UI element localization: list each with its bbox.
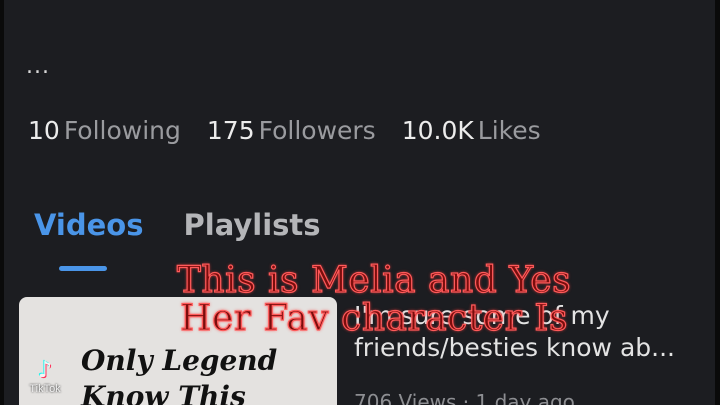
likes-label: Likes — [477, 116, 541, 145]
following-stat[interactable]: 10 Following — [28, 116, 181, 145]
tab-videos[interactable]: Videos — [34, 208, 144, 242]
likes-count: 10.0K — [401, 116, 474, 145]
video-meta: 706 Views · 1 day ago — [354, 390, 575, 405]
followers-count: 175 — [206, 116, 255, 145]
followers-label: Followers — [258, 116, 376, 145]
followers-stat[interactable]: 175 Followers — [207, 116, 376, 145]
profile-stats: 10 Following 175 Followers 10.0K Likes — [28, 116, 567, 145]
overlay-caption: This is Melia and Yes Her Fav character … — [154, 260, 594, 339]
profile-tabs: Videos Playlists — [34, 208, 361, 242]
likes-stat: 10.0K Likes — [402, 116, 541, 145]
thumbnail-text: Only Legend Know This — [81, 343, 311, 405]
overlay-caption-line2: Her Fav character Is — [179, 298, 568, 339]
tab-playlists[interactable]: Playlists — [184, 208, 321, 242]
active-tab-indicator — [59, 266, 107, 271]
thumbnail-text-line2: Know This — [81, 380, 246, 405]
overlay-caption-line1: This is Melia and Yes — [176, 260, 572, 301]
tiktok-watermark: ♪ TikTok — [23, 358, 67, 396]
thumbnail-text-line1: Only Legend — [81, 344, 278, 377]
tiktok-note-icon: ♪ — [37, 358, 53, 383]
more-options-button[interactable]: ... — [26, 54, 50, 79]
following-count: 10 — [28, 116, 60, 145]
profile-screen: ... 10 Following 175 Followers 10.0K Lik… — [4, 0, 715, 405]
following-label: Following — [63, 116, 181, 145]
tiktok-watermark-text: TikTok — [29, 383, 61, 395]
right-letterbox — [715, 0, 720, 405]
